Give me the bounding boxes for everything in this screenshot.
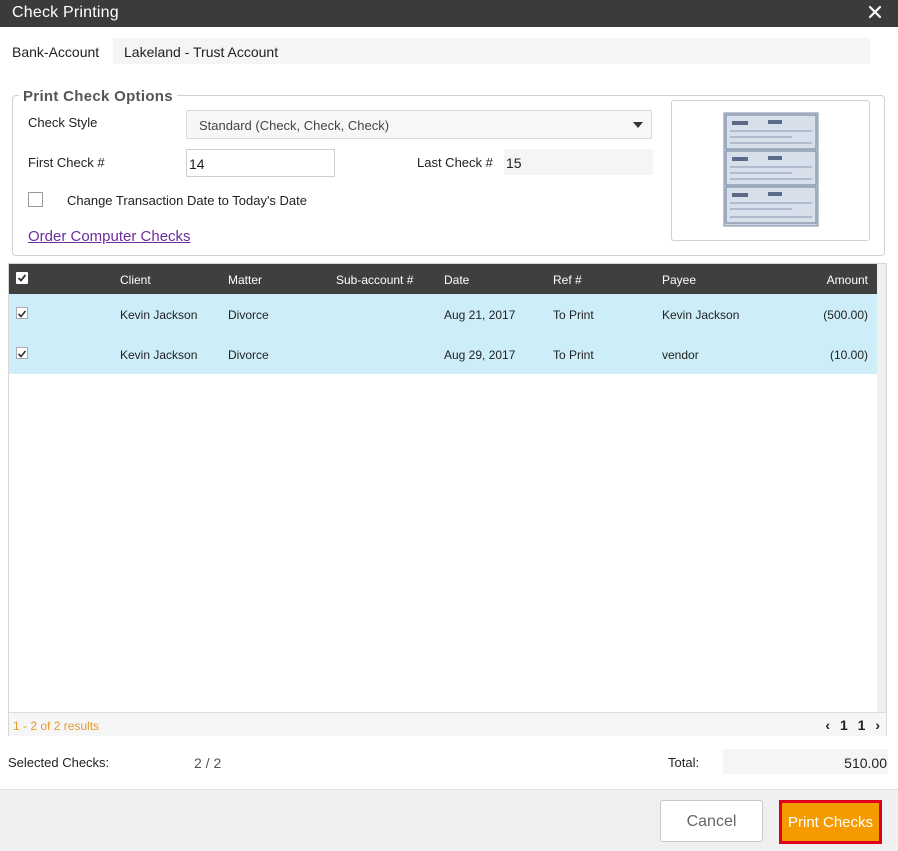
change-date-checkbox[interactable] [28, 192, 43, 207]
change-date-label: Change Transaction Date to Today's Date [67, 193, 307, 208]
order-computer-checks-link[interactable]: Order Computer Checks [28, 228, 191, 245]
cell-amount: (10.00) [829, 348, 868, 362]
results-count: 1 - 2 of 2 results [13, 719, 100, 733]
pager: ‹ 1 1 › [819, 717, 880, 733]
cell-amount: (500.00) [823, 308, 868, 322]
chevron-down-icon [633, 122, 643, 128]
header-ref[interactable]: Ref # [553, 273, 582, 287]
total-value: 510.00 [723, 749, 888, 774]
row-checkbox[interactable] [16, 307, 28, 319]
header-date[interactable]: Date [444, 273, 469, 287]
bank-account-label: Bank-Account [12, 44, 100, 60]
last-check-field: 15 [504, 149, 653, 175]
check-style-label: Check Style [28, 115, 98, 130]
table-row[interactable]: Kevin Jackson Divorce Aug 21, 2017 To Pr… [9, 294, 878, 334]
first-check-input[interactable]: 14 [186, 149, 335, 177]
cell-client: Kevin Jackson [120, 348, 198, 362]
header-subaccount[interactable]: Sub-account # [336, 273, 413, 287]
last-check-label: Last Check # [417, 155, 493, 170]
cell-date: Aug 21, 2017 [444, 308, 516, 322]
pager-prev-icon[interactable]: ‹ [825, 717, 830, 733]
bank-account-field[interactable]: Lakeland - Trust Account [113, 38, 870, 64]
vertical-scrollbar[interactable] [877, 264, 886, 712]
print-checks-button[interactable]: Print Checks [779, 800, 882, 844]
cell-ref: To Print [553, 308, 594, 322]
cell-payee: vendor [662, 348, 699, 362]
check-style-value: Standard (Check, Check, Check) [199, 118, 390, 133]
first-check-label: First Check # [28, 155, 105, 170]
header-matter[interactable]: Matter [228, 273, 262, 287]
selected-checks-value: 2 / 2 [194, 755, 222, 771]
selected-checks-label: Selected Checks: [8, 755, 110, 770]
header-amount[interactable]: Amount [827, 273, 868, 287]
cell-payee: Kevin Jackson [662, 308, 740, 322]
check-style-select[interactable]: Standard (Check, Check, Check) [186, 110, 652, 139]
dialog-footer [0, 789, 898, 851]
pager-next-icon[interactable]: › [875, 717, 880, 733]
pager-page-total: 1 [857, 717, 866, 733]
cell-client: Kevin Jackson [120, 308, 198, 322]
print-check-options-legend: Print Check Options [19, 88, 177, 105]
title-bar: Check Printing [0, 0, 898, 27]
table-row[interactable]: Kevin Jackson Divorce Aug 29, 2017 To Pr… [9, 334, 878, 374]
cell-ref: To Print [553, 348, 594, 362]
close-icon[interactable] [868, 5, 882, 19]
check-preview-image [723, 112, 819, 227]
table-header: Client Matter Sub-account # Date Ref # P… [9, 264, 878, 294]
table-footer: 1 - 2 of 2 results ‹ 1 1 › [9, 712, 886, 736]
checks-table: Client Matter Sub-account # Date Ref # P… [8, 263, 887, 736]
pager-page[interactable]: 1 [840, 717, 848, 733]
total-label: Total: [668, 755, 700, 770]
cell-matter: Divorce [228, 308, 269, 322]
window-title: Check Printing [12, 4, 119, 21]
cell-date: Aug 29, 2017 [444, 348, 516, 362]
cell-matter: Divorce [228, 348, 269, 362]
header-client[interactable]: Client [120, 273, 151, 287]
check-style-preview [671, 100, 870, 241]
select-all-checkbox[interactable] [16, 272, 28, 284]
header-payee[interactable]: Payee [662, 273, 696, 287]
cancel-button[interactable]: Cancel [660, 800, 763, 842]
row-checkbox[interactable] [16, 347, 28, 359]
